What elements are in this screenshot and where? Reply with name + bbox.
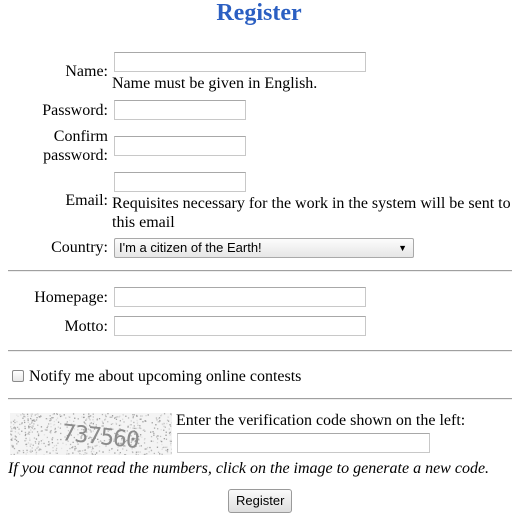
divider bbox=[8, 350, 512, 352]
motto-input[interactable] bbox=[114, 316, 366, 336]
homepage-label: Homepage: bbox=[0, 288, 108, 307]
captcha-hint: If you cannot read the numbers, click on… bbox=[8, 459, 489, 478]
notify-label[interactable]: Notify me about upcoming online contests bbox=[29, 367, 301, 386]
email-input[interactable] bbox=[114, 172, 246, 192]
motto-label: Motto: bbox=[0, 317, 108, 336]
email-note-line2: this email bbox=[112, 213, 511, 232]
register-button[interactable]: Register bbox=[228, 489, 292, 513]
captcha-noise: 737560 bbox=[10, 413, 172, 455]
name-label: Name: bbox=[0, 62, 108, 81]
email-note-line1: Requisites necessary for the work in the… bbox=[112, 194, 511, 213]
confirm-label-line1: Confirm bbox=[0, 127, 108, 146]
country-selected-value: I'm a citizen of the Earth! bbox=[119, 240, 262, 255]
captcha-image[interactable]: 737560 bbox=[10, 413, 172, 455]
country-label: Country: bbox=[0, 238, 108, 257]
triangle-down-icon: ▼ bbox=[398, 239, 407, 257]
captcha-input[interactable] bbox=[177, 433, 430, 453]
captcha-code: 737560 bbox=[61, 420, 141, 454]
confirm-password-input[interactable] bbox=[114, 136, 246, 156]
notify-checkbox[interactable] bbox=[12, 370, 24, 382]
password-label: Password: bbox=[0, 101, 108, 120]
name-note: Name must be given in English. bbox=[112, 74, 317, 93]
email-label: Email: bbox=[0, 191, 108, 210]
divider bbox=[8, 270, 512, 272]
confirm-label-line2: password: bbox=[0, 146, 108, 165]
page-title: Register bbox=[0, 0, 514, 27]
captcha-instruction: Enter the verification code shown on the… bbox=[176, 411, 465, 430]
divider bbox=[8, 398, 512, 400]
confirm-password-label: Confirm password: bbox=[0, 127, 108, 165]
password-input[interactable] bbox=[114, 100, 246, 120]
homepage-input[interactable] bbox=[114, 287, 366, 307]
email-note: Requisites necessary for the work in the… bbox=[112, 194, 511, 232]
name-input[interactable] bbox=[114, 52, 366, 72]
country-select[interactable]: I'm a citizen of the Earth! ▼ bbox=[114, 238, 414, 258]
